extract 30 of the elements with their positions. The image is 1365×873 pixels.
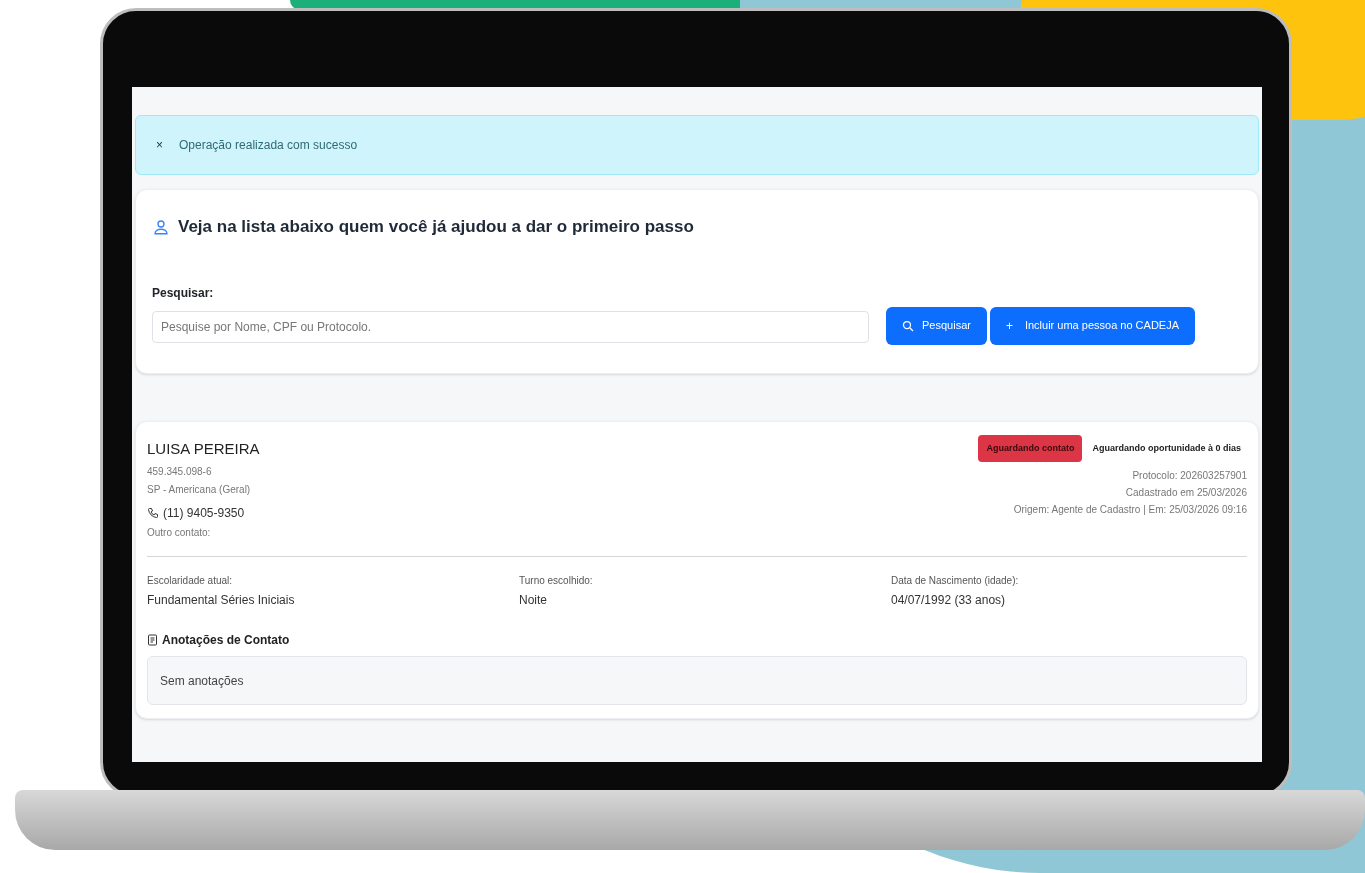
alert-message: Operação realizada com sucesso <box>179 137 358 154</box>
field-label: Escolaridade atual: <box>147 574 234 588</box>
person-name: LUISA PEREIRA <box>147 438 260 459</box>
plus-icon: + <box>1005 316 1017 335</box>
notes-text: Sem anotações <box>160 672 244 690</box>
field-value: Noite <box>519 592 548 609</box>
field-value: 04/07/1992 (33 anos) <box>891 592 1007 609</box>
detail-text: Cadastrado em 25/03/2026 <box>1125 486 1247 500</box>
card-title: Veja na lista abaixo quem você já ajudou a dar o primeiro passo <box>178 216 694 238</box>
field-value: Fundamental Séries Iniciais <box>147 592 296 609</box>
field-label: Turno escolhido: <box>519 574 594 588</box>
detail-text: Origem: Agente de Cadastro | Em: 25/03/2026 09:16 <box>1013 503 1247 517</box>
add-person-button[interactable]: + Incluir uma pessoa no CADEJA <box>989 306 1195 345</box>
person-location: SP - Americana (Geral) <box>147 483 252 497</box>
other-contact-label: Outro contato: <box>147 526 212 540</box>
detail-text: Protocolo: 202603257901 <box>1132 469 1247 483</box>
notes-title: Anotações de Contato <box>162 632 290 649</box>
status-note: Aguardando oportunidade à 0 dias <box>1092 441 1242 455</box>
phone-icon <box>147 507 159 519</box>
user-icon <box>152 217 170 236</box>
person-document: 459.345.098-6 <box>147 465 213 479</box>
search-label: Pesquisar: <box>152 284 215 302</box>
search-button[interactable]: Pesquisar <box>886 306 987 345</box>
search-icon <box>902 319 914 332</box>
notepad-icon <box>147 634 158 646</box>
status-badge: Aguardando contato <box>978 434 1083 462</box>
phone-number: (11) 9405-9350 <box>163 505 245 522</box>
close-button[interactable]: × <box>156 136 163 154</box>
search-field[interactable]: Pesquise por Nome, CPF ou Protocolo. <box>152 311 869 343</box>
field-label: Data de Nascimento (idade): <box>891 574 1020 588</box>
